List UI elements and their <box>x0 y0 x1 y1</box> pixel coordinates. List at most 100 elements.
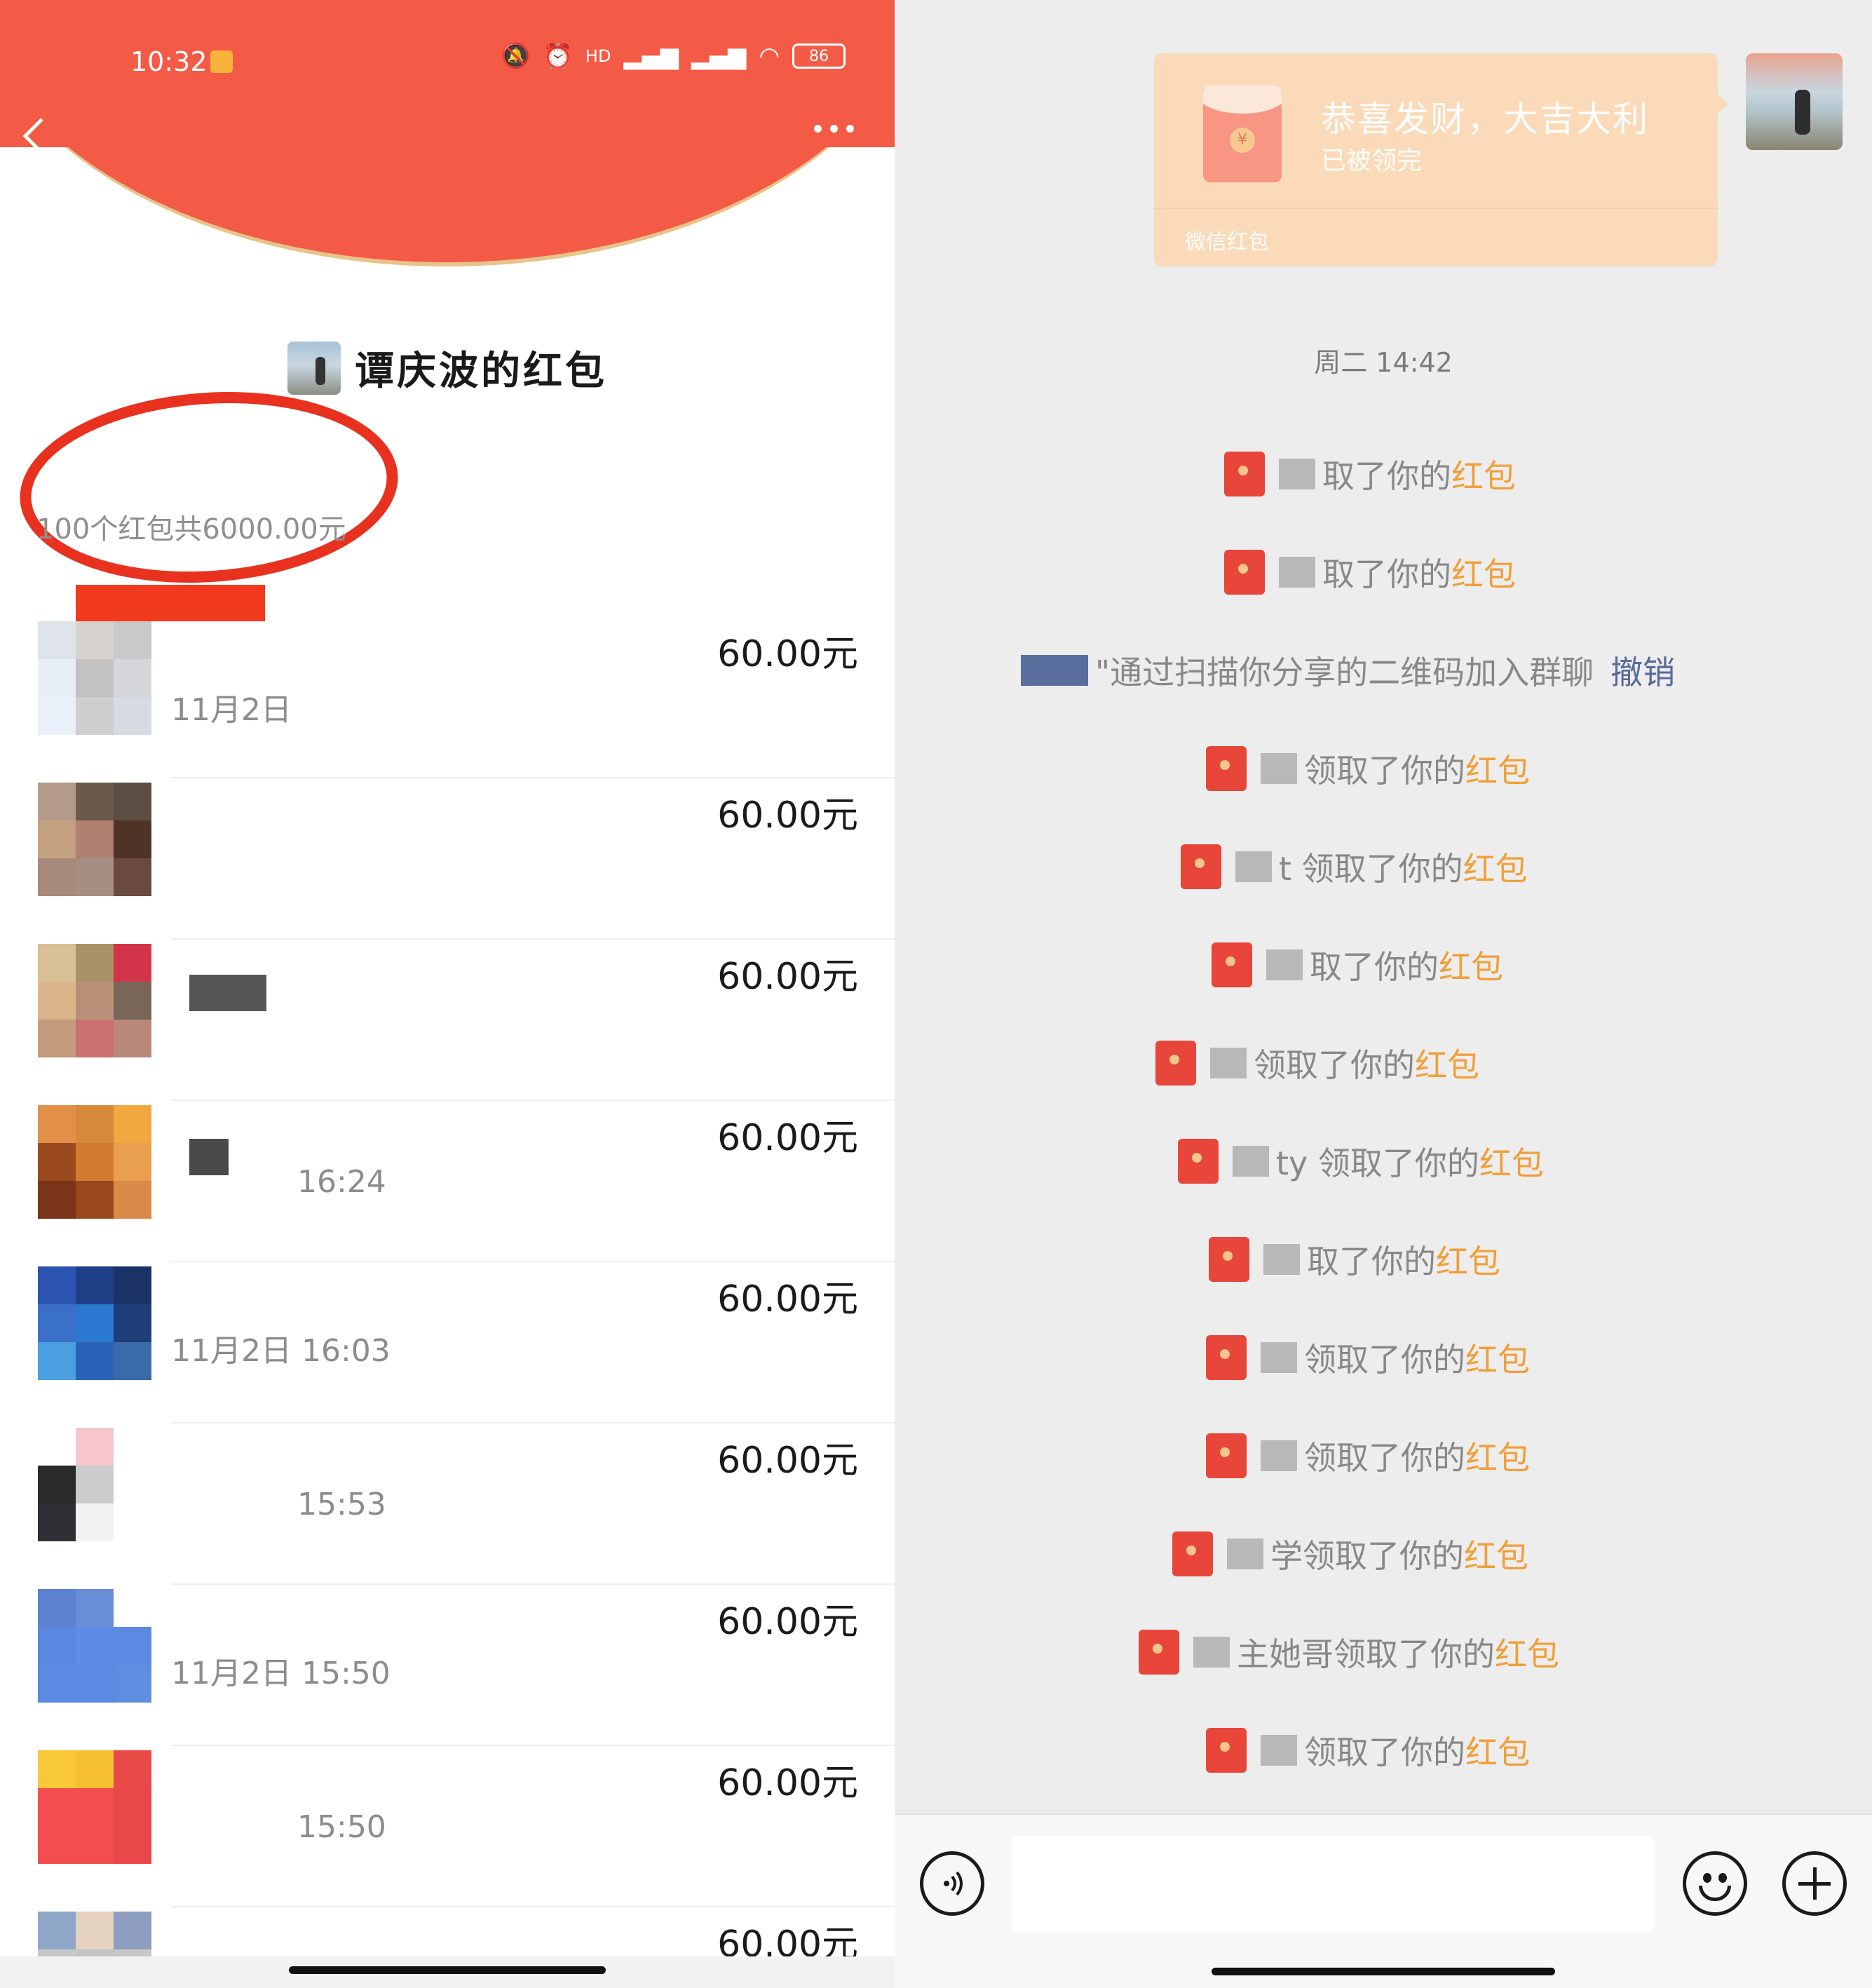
mute-bell-icon: 🔕 <box>501 42 531 70</box>
message-content: ty 领取了你的红包 <box>1178 1133 1544 1189</box>
home-indicator[interactable] <box>289 1966 606 1974</box>
red-envelope-icon <box>1206 1433 1247 1478</box>
record-row[interactable]: 15:53 60.00元 <box>0 1424 895 1585</box>
record-row[interactable]: 60.00元 <box>0 778 895 940</box>
red-envelope-icon <box>1178 1139 1219 1184</box>
back-chevron-icon[interactable] <box>20 115 48 157</box>
avatar <box>38 1266 151 1380</box>
claim-message: 领取了你的红包 <box>895 1330 1872 1386</box>
plus-icon[interactable] <box>1782 1851 1847 1916</box>
red-envelope-icon <box>1224 452 1265 496</box>
record-row[interactable]: 11月2日 15:50 60.00元 <box>0 1585 895 1746</box>
record-amount: 60.00元 <box>717 1762 858 1804</box>
battery-icon: 86 <box>792 43 846 69</box>
redacted-name <box>1210 1048 1247 1078</box>
record-row[interactable]: 11月2日 16:03 60.00元 <box>0 1262 895 1424</box>
avatar <box>38 783 151 896</box>
claim-message: 取了你的红包 <box>895 937 1872 993</box>
message-prefix: "通过扫描你分享的二维码加入群聊 <box>1095 654 1594 691</box>
hongbao-link[interactable]: 红包 <box>1465 1341 1530 1379</box>
revoke-link[interactable]: 撤销 <box>1610 654 1675 691</box>
home-indicator[interactable] <box>1212 1968 1555 1975</box>
hongbao-link[interactable]: 红包 <box>1463 850 1528 888</box>
avatar <box>38 1105 151 1219</box>
claim-message: t 领取了你的红包 <box>895 839 1872 895</box>
message-prefix: 主她哥领取了你的 <box>1237 1635 1495 1673</box>
hongbao-link[interactable]: 红包 <box>1436 1243 1500 1280</box>
hongbao-link[interactable]: 红包 <box>1495 1635 1559 1673</box>
alarm-icon: ⏰ <box>543 42 573 70</box>
message-prefix: 学领取了你的 <box>1270 1537 1464 1575</box>
claim-message: 领取了你的红包 <box>895 1035 1872 1091</box>
redacted-name <box>1279 459 1315 489</box>
hongbao-link[interactable]: 红包 <box>1465 1733 1530 1771</box>
message-content: 领取了你的红包 <box>1206 1330 1530 1386</box>
record-row[interactable]: 11月2日 60.00元 <box>0 617 895 778</box>
my-avatar[interactable] <box>1746 53 1843 150</box>
claim-message: 领取了你的红包 <box>895 1722 1872 1778</box>
record-row[interactable]: 15:50 60.00元 <box>0 1746 895 1907</box>
avatar <box>38 1750 151 1864</box>
system-text: 取了你的红包 <box>1322 451 1516 497</box>
sender-avatar <box>287 341 341 395</box>
red-packet-status: 已被领完 <box>1321 147 1423 175</box>
system-text: t 领取了你的红包 <box>1279 844 1528 890</box>
red-envelope-icon <box>1224 550 1265 595</box>
join-group-message: "通过扫描你分享的二维码加入群聊 撤销 <box>895 642 1872 698</box>
message-prefix: 取了你的 <box>1322 555 1451 593</box>
message-content: 取了你的红包 <box>1212 937 1503 993</box>
system-text: 领取了你的红包 <box>1304 1334 1530 1381</box>
message-prefix: 领取了你的 <box>1304 1439 1465 1477</box>
hand-drawn-circle-annotation <box>13 379 405 595</box>
redacted-name <box>1263 1244 1300 1275</box>
redacted-name <box>189 1139 229 1175</box>
bubble-tail <box>1714 91 1729 116</box>
hongbao-link[interactable]: 红包 <box>1415 1046 1479 1084</box>
red-envelope-icon <box>1206 1728 1247 1773</box>
record-amount: 60.00元 <box>717 1440 858 1482</box>
hongbao-link[interactable]: 红包 <box>1479 1144 1544 1182</box>
signal-hd-icon: HD <box>585 46 611 66</box>
chat-input-bar <box>895 1813 1872 1988</box>
claim-message: 领取了你的红包 <box>895 1428 1872 1484</box>
record-time: 15:53 <box>297 1487 386 1522</box>
message-prefix: ty 领取了你的 <box>1276 1144 1479 1182</box>
chat-timestamp: 周二 14:42 <box>1314 347 1453 378</box>
voice-icon[interactable] <box>920 1851 984 1916</box>
record-row[interactable]: 16:24 60.00元 <box>0 1101 895 1262</box>
hongbao-link[interactable]: 红包 <box>1451 457 1516 495</box>
redacted-name <box>1261 1735 1297 1766</box>
message-content: 取了你的红包 <box>1224 544 1516 600</box>
message-content: 领取了你的红包 <box>1206 1722 1530 1778</box>
message-content: 学领取了你的红包 <box>1172 1526 1528 1582</box>
message-content: "通过扫描你分享的二维码加入群聊 撤销 <box>1021 642 1675 698</box>
red-envelope-icon <box>1139 1630 1179 1675</box>
message-prefix: 取了你的 <box>1322 457 1451 495</box>
redacted-name <box>1279 557 1315 588</box>
signal-icon-2: ▂▄▆ <box>691 42 747 70</box>
hongbao-link[interactable]: 红包 <box>1465 752 1530 790</box>
claim-message: 学领取了你的红包 <box>895 1526 1872 1582</box>
record-row[interactable]: 60.00元 <box>0 940 895 1101</box>
system-text: 取了你的红包 <box>1322 549 1516 595</box>
emoji-icon[interactable] <box>1683 1851 1747 1916</box>
system-text: 学领取了你的红包 <box>1270 1531 1528 1577</box>
more-dots-icon[interactable] <box>814 125 854 133</box>
hongbao-link[interactable]: 红包 <box>1439 948 1503 986</box>
red-packet-detail-panel: 10:32 🔕 ⏰ HD ▂▄▆ ▂▄▆ ◠ 86 谭庆波的红包 100个红包共… <box>0 0 895 1988</box>
message-input[interactable] <box>1012 1836 1655 1933</box>
message-prefix: 领取了你的 <box>1304 752 1465 790</box>
records-list: 11月2日 60.00元 60.00元 60.00元 16:24 60.00元 … <box>0 617 895 1988</box>
redacted-name <box>1193 1637 1230 1668</box>
red-packet-message-card[interactable]: ¥ 恭喜发财，大吉大利 已被领完 微信红包 <box>1154 53 1718 266</box>
signal-icon: ▂▄▆ <box>623 42 679 70</box>
system-text: 取了你的红包 <box>1307 1236 1500 1283</box>
hongbao-link[interactable]: 红包 <box>1464 1537 1528 1575</box>
redacted-name <box>1235 851 1272 882</box>
hongbao-link[interactable]: 红包 <box>1465 1439 1530 1477</box>
hongbao-link[interactable]: 红包 <box>1451 555 1516 593</box>
redacted-name <box>1261 753 1297 784</box>
record-amount: 60.00元 <box>717 1278 858 1320</box>
message-content: 主她哥领取了你的红包 <box>1139 1624 1559 1680</box>
red-envelope-icon <box>1172 1531 1213 1576</box>
